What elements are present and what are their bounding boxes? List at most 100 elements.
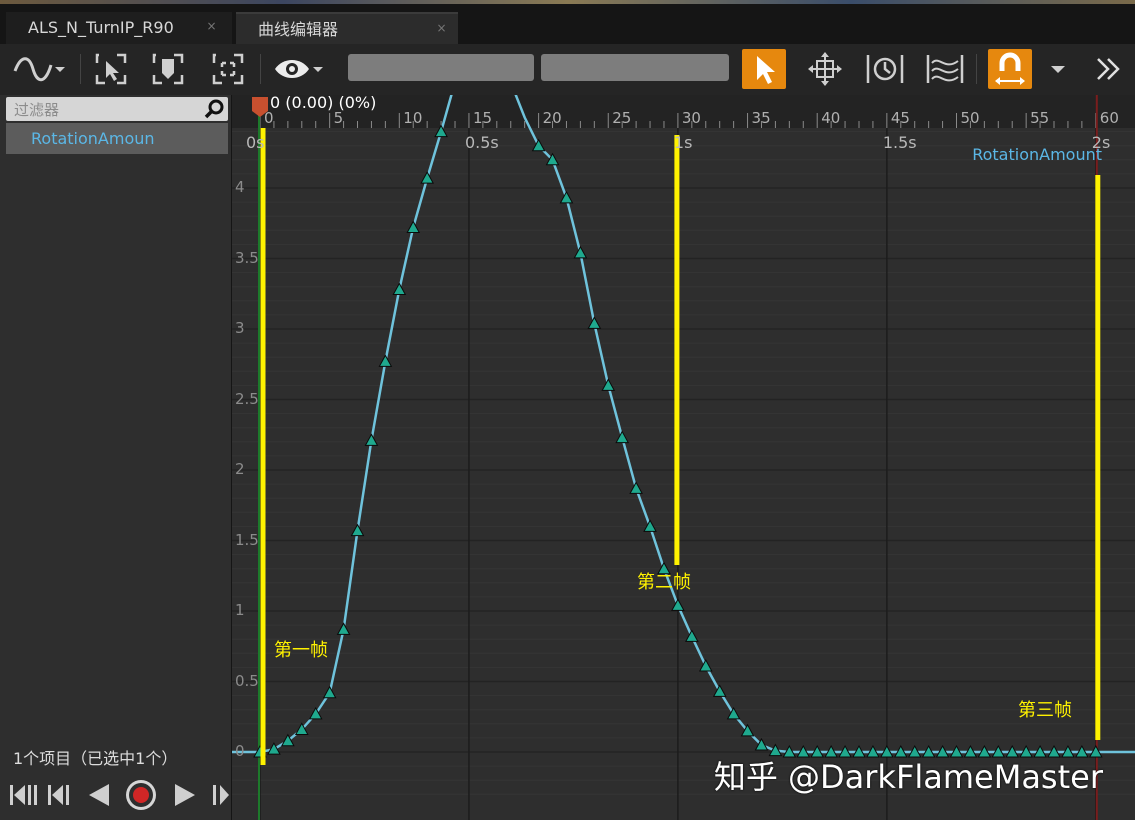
tab-bar: ALS_N_TurnIP_R90 × 曲线编辑器 × (0, 4, 1135, 46)
curve-key (573, 245, 588, 259)
play-reverse-button[interactable] (82, 777, 116, 813)
step-forward-icon (213, 785, 229, 805)
curve-list-item[interactable]: RotationAmoun (6, 123, 228, 154)
eye-icon (275, 60, 323, 78)
current-frame-label: 0 (0.00) (0%) (270, 95, 377, 112)
snap-options-dropdown[interactable] (1040, 49, 1076, 89)
filter-placeholder: 过滤器 (14, 101, 60, 119)
curve-key (322, 685, 337, 699)
retime-tool-button[interactable] (863, 49, 907, 89)
ruler-tick-label: 15 (472, 109, 493, 127)
toolbar-divider (260, 54, 261, 84)
transform-icon (808, 52, 842, 86)
playback-controls (6, 777, 231, 813)
more-icon (1097, 58, 1120, 80)
y-axis-tick-label: 2.5 (235, 389, 259, 408)
close-icon[interactable]: × (206, 20, 217, 32)
ruler-tick-label: 55 (1030, 109, 1050, 127)
curve-key (559, 190, 574, 204)
step-back-button[interactable] (44, 777, 74, 813)
search-icon[interactable] (204, 98, 226, 120)
time-label: 0.5s (464, 133, 499, 152)
snap-magnet-icon (995, 52, 1025, 85)
y-axis-tick-label: 3 (235, 319, 245, 337)
tab-label: ALS_N_TurnIP_R90 (28, 18, 174, 37)
curve-view-dropdown[interactable] (10, 49, 68, 89)
annotation-frame-2: 第二帧 (637, 572, 691, 593)
ruler-tick-label: 5 (333, 109, 344, 127)
close-icon[interactable]: × (436, 22, 447, 34)
curve-view-icon (13, 57, 65, 82)
curve-key (671, 598, 685, 611)
y-axis-tick-label: 3.5 (235, 248, 259, 267)
curve-key (392, 282, 407, 296)
y-axis-tick-label: 0.5 (235, 671, 259, 690)
curve-key (684, 629, 699, 642)
annotation-frame-3: 第三帧 (1018, 700, 1072, 721)
ruler-tick-label: 40 (821, 109, 841, 127)
curve-key (267, 742, 281, 755)
select-keys-icon (95, 53, 127, 85)
ruler-tick-label: 60 (1099, 109, 1119, 127)
tab-label: 曲线编辑器 (258, 20, 339, 39)
play-button[interactable] (168, 777, 202, 813)
time-label: 1s (673, 133, 693, 152)
y-axis-tick-label: 4 (235, 178, 245, 196)
ruler-tick-label: 0 (264, 109, 274, 127)
curve-key (712, 684, 727, 697)
frame-selection-icon (152, 53, 184, 85)
curve-editor-toolbar (0, 44, 1135, 95)
play-reverse-icon (89, 784, 109, 806)
time-label: 1.5s (882, 133, 917, 152)
visibility-dropdown[interactable] (270, 49, 330, 89)
play-icon (175, 784, 195, 806)
curve-key (698, 658, 713, 672)
curve-graph-view[interactable]: 0 (0.00) (0%) 0 5 10 15 20 25 30 35 40 45 50 55 60 0… (232, 95, 1135, 820)
curve-name-label: RotationAmount (972, 145, 1102, 164)
frame-selection-button[interactable] (146, 49, 190, 89)
fit-all-icon (212, 53, 244, 85)
ruler-tick-label: 30 (681, 109, 701, 127)
step-forward-button[interactable] (208, 777, 230, 813)
snap-toggle-button[interactable] (988, 49, 1032, 89)
y-axis-tick-label: 2 (235, 460, 245, 478)
annotation-frame-1: 第一帧 (274, 640, 328, 661)
ruler-tick-label: 35 (751, 109, 771, 127)
filter-input[interactable]: 过滤器 (6, 97, 228, 121)
multi-curve-icon (926, 55, 964, 83)
pointer-tool-button[interactable] (742, 49, 786, 89)
toolbar-divider (80, 54, 81, 84)
pointer-icon (757, 56, 775, 84)
more-options-button[interactable] (1088, 49, 1128, 89)
y-axis-tick-label: 1.5 (235, 530, 259, 549)
record-button[interactable] (122, 777, 160, 813)
ruler-tick-label: 20 (542, 109, 562, 127)
ruler-tick-label: 25 (612, 109, 632, 127)
curve-key (531, 138, 546, 152)
curve-key (406, 220, 421, 233)
multi-curve-button[interactable] (923, 49, 967, 89)
tab-curve-editor[interactable]: 曲线编辑器 × (236, 12, 458, 46)
fit-all-button[interactable] (206, 49, 250, 89)
curve-key (364, 433, 379, 446)
time-label: 0s (246, 133, 265, 152)
toolbar-divider (976, 54, 977, 84)
curve-key (615, 430, 630, 444)
select-keys-button[interactable] (89, 49, 133, 89)
key-value-field[interactable] (541, 54, 729, 81)
y-axis-tick-label: 0 (235, 742, 245, 760)
curve-plot[interactable] (232, 95, 1135, 820)
transform-tool-button[interactable] (803, 49, 847, 89)
ruler-tick-label: 50 (960, 109, 980, 127)
item-count-label: 1个项目（已选中1个） (13, 749, 178, 768)
key-time-field[interactable] (348, 54, 534, 81)
retime-icon (866, 55, 904, 83)
watermark: 知乎 @DarkFlameMaster (713, 758, 1103, 796)
tab-anim-sequence[interactable]: ALS_N_TurnIP_R90 × (6, 12, 232, 46)
skip-to-start-icon (10, 785, 37, 805)
step-back-icon (48, 785, 69, 805)
skip-to-start-button[interactable] (6, 777, 40, 813)
y-axis-tick-label: 1 (235, 601, 245, 619)
ruler-tick-label: 10 (403, 109, 423, 127)
curve-key (587, 316, 602, 329)
